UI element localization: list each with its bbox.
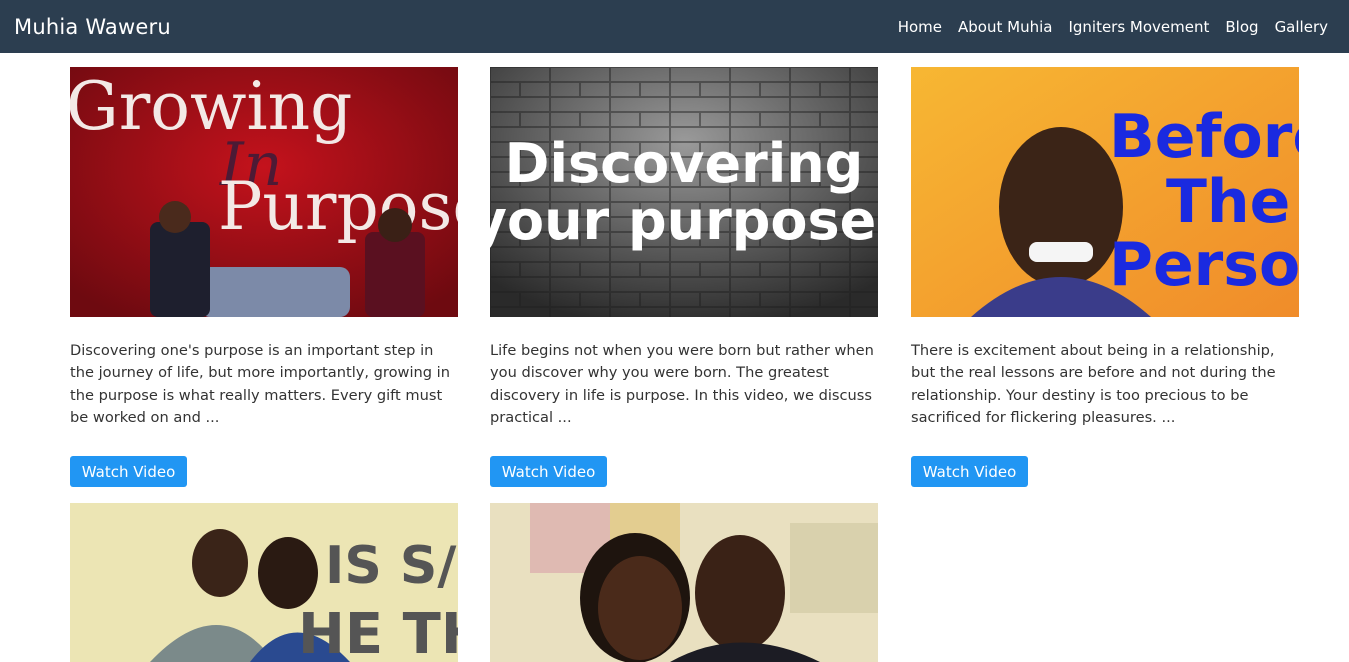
nav-igniters-movement[interactable]: Igniters Movement bbox=[1068, 18, 1209, 36]
nav-home[interactable]: Home bbox=[898, 18, 942, 36]
video-thumbnail-discovering-purpose[interactable]: Discovering your purpose bbox=[490, 67, 878, 317]
thumbnail-image: Growing In Purpose bbox=[70, 67, 458, 317]
watch-video-button[interactable]: Watch Video bbox=[911, 456, 1028, 487]
thumb-title-line2: The bbox=[1166, 167, 1290, 237]
thumb-title-line2: HE THE bbox=[298, 602, 458, 662]
site-brand[interactable]: Muhia Waweru bbox=[14, 15, 171, 39]
watch-video-button[interactable]: Watch Video bbox=[70, 456, 187, 487]
card-description: There is excitement about being in a rel… bbox=[911, 342, 1276, 427]
card-description: Discovering one's purpose is an importan… bbox=[70, 342, 450, 427]
nav-blog[interactable]: Blog bbox=[1225, 18, 1258, 36]
thumbnail-image bbox=[490, 503, 878, 662]
thumb-title-line3: Person bbox=[1109, 230, 1299, 300]
thumb-title-line1: Discovering bbox=[505, 132, 864, 195]
video-thumbnail-before-the-person[interactable]: Before The Person bbox=[911, 67, 1299, 317]
video-thumbnail-couple[interactable] bbox=[490, 503, 878, 662]
thumb-title-line1: Before bbox=[1109, 102, 1299, 172]
thumb-title-line1: IS S/ bbox=[325, 536, 456, 596]
thumb-title-line2: your purpose bbox=[490, 189, 876, 252]
thumbnail-image: IS S/ HE THE bbox=[70, 503, 458, 662]
card-description: Life begins not when you were born but r… bbox=[490, 342, 874, 427]
thumbnail-image: Before The Person bbox=[911, 67, 1299, 317]
video-thumbnail-growing-in-purpose[interactable]: Growing In Purpose bbox=[70, 67, 458, 317]
video-thumbnail-is-she-the-one[interactable]: IS S/ HE THE bbox=[70, 503, 458, 662]
watch-video-button[interactable]: Watch Video bbox=[490, 456, 607, 487]
thumb-title-line1: Growing bbox=[70, 68, 352, 145]
top-navbar: Muhia Waweru Home About Muhia Igniters M… bbox=[0, 0, 1349, 53]
nav-gallery[interactable]: Gallery bbox=[1275, 18, 1328, 36]
nav-about-muhia[interactable]: About Muhia bbox=[958, 18, 1052, 36]
main-nav: Home About Muhia Igniters Movement Blog … bbox=[898, 18, 1328, 36]
thumbnail-image: Discovering your purpose bbox=[490, 67, 878, 317]
thumb-title-line3: Purpose bbox=[218, 168, 458, 245]
